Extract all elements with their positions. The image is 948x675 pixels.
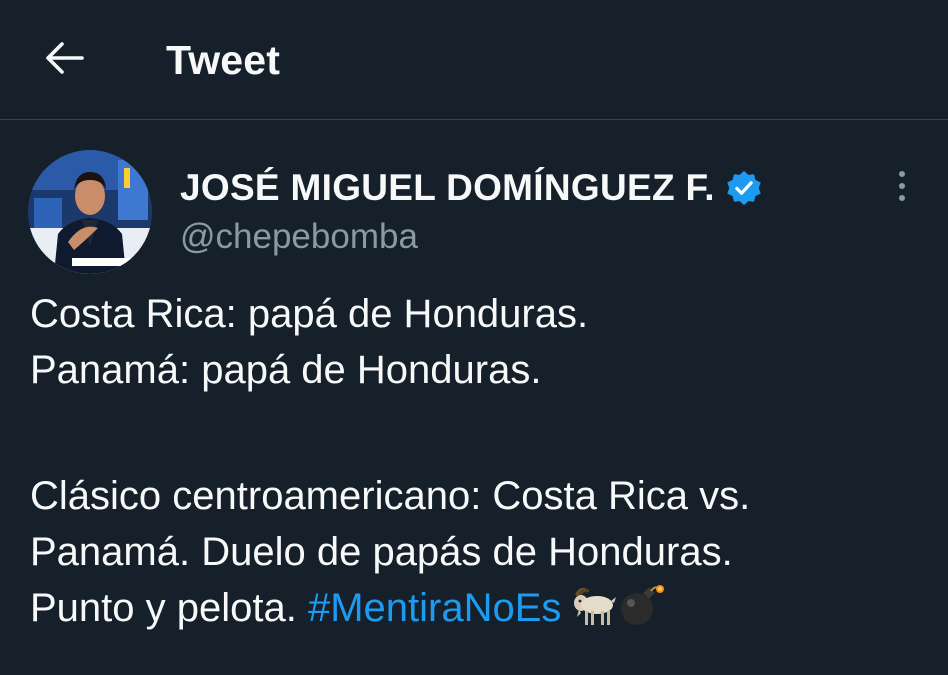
hashtag-link[interactable]: #MentiraNoEs [308, 586, 561, 630]
author-handle[interactable]: @chepebomba [180, 215, 418, 259]
page-title: Tweet [166, 37, 281, 83]
back-button[interactable] [40, 38, 88, 82]
tweet-line: Panamá: papá de Honduras. [30, 348, 542, 392]
tweet-line: Costa Rica: papá de Honduras. [30, 292, 589, 336]
paragraph-break [30, 398, 930, 468]
tweet-line: Clásico centroamericano: Costa Rica vs. [30, 474, 751, 518]
author-name[interactable]: JOSÉ MIGUEL DOMÍNGUEZ F. [180, 167, 715, 209]
more-options-button[interactable] [884, 166, 920, 210]
top-bar: Tweet [0, 0, 948, 120]
tweet-line-text: Punto y pelota. [30, 586, 297, 630]
tweet-text: Costa Rica: papá de Honduras. Panamá: pa… [30, 286, 930, 636]
verified-badge-icon[interactable] [725, 169, 763, 207]
tweet-line-last: Punto y pelota. #MentiraNoEs [30, 580, 930, 636]
bomb-emoji-icon [619, 583, 665, 627]
goat-emoji-icon [571, 583, 617, 627]
arrow-left-icon [44, 40, 84, 81]
avatar[interactable] [28, 150, 152, 274]
author-name-row[interactable]: JOSÉ MIGUEL DOMÍNGUEZ F. [180, 165, 763, 211]
tweet-line: Panamá. Duelo de papás de Honduras. [30, 530, 733, 574]
tweet-page: Tweet JOSÉ MIGUEL DOMÍNGUEZ F. @chepebom [0, 0, 948, 675]
more-vertical-icon [896, 168, 908, 209]
